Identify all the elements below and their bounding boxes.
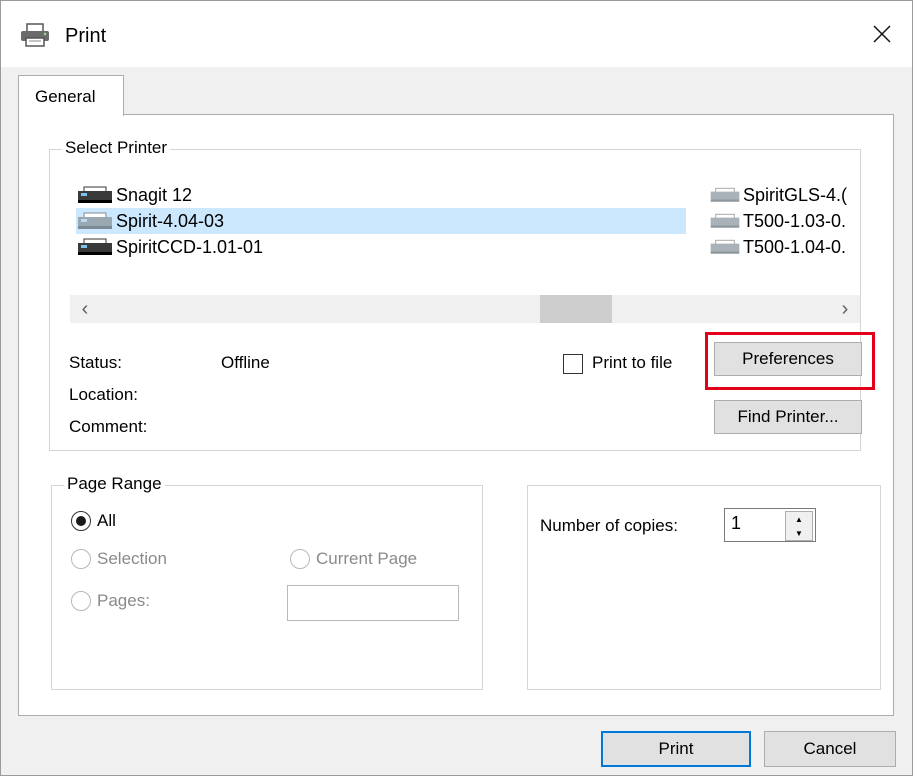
radio-current-page-indicator [290, 549, 310, 569]
printer-icon [78, 238, 112, 255]
close-button[interactable] [852, 9, 912, 59]
status-label: Status: [69, 353, 122, 372]
radio-pages-label: Pages: [97, 591, 150, 610]
pages-input[interactable] [287, 585, 459, 621]
print-button-label: Print [658, 739, 694, 758]
printer-item-selected[interactable]: Spirit-4.04-03 [76, 208, 686, 234]
location-label: Location: [69, 385, 138, 404]
copies-group: Number of copies: 1 ▲ ▼ [527, 485, 881, 690]
printer-name: SpiritGLS-4.( [743, 184, 848, 205]
window-title: Print [65, 25, 107, 47]
printer-name: Spirit-4.04-03 [116, 210, 225, 231]
printer-icon [710, 213, 740, 228]
cancel-button[interactable]: Cancel [764, 731, 896, 767]
copies-spin-buttons: ▲ ▼ [785, 511, 813, 541]
printer-item[interactable]: SpiritCCD-1.01-01 [76, 234, 676, 260]
radio-all[interactable]: All [71, 511, 116, 531]
copies-stepper[interactable]: 1 ▲ ▼ [724, 508, 816, 542]
radio-pages[interactable]: Pages: [71, 591, 150, 611]
page-range-legend: Page Range [64, 474, 165, 494]
preferences-label: Preferences [742, 349, 834, 368]
radio-selection-label: Selection [97, 549, 167, 568]
radio-current-page[interactable]: Current Page [290, 549, 417, 569]
spin-down-icon[interactable]: ▼ [786, 526, 812, 540]
comment-label: Comment: [69, 417, 148, 436]
printer-name: SpiritCCD-1.01-01 [116, 236, 264, 257]
radio-current-page-label: Current Page [316, 549, 418, 568]
printer-icon [710, 187, 740, 202]
copies-value: 1 [731, 513, 742, 533]
select-printer-legend: Select Printer [62, 138, 171, 158]
printer-icon [78, 212, 112, 229]
cancel-button-label: Cancel [803, 739, 857, 758]
printer-item[interactable]: Snagit 12 [76, 182, 676, 208]
find-printer-label: Find Printer... [737, 407, 839, 426]
general-tab-panel: Select Printer Snagit 12 Spirit-4.04-03 … [18, 114, 894, 716]
status-value: Offline [221, 353, 270, 372]
printer-icon [78, 186, 112, 203]
scroll-right-icon[interactable]: › [830, 295, 860, 323]
printer-icon [710, 239, 740, 254]
close-icon [873, 25, 891, 43]
print-dialog: Print General Select Printer Snagit 12 S… [0, 0, 913, 776]
radio-all-label: All [97, 511, 116, 530]
printer-name: T500-1.03-0. [743, 210, 847, 231]
preferences-button[interactable]: Preferences [714, 342, 862, 376]
radio-all-indicator [71, 511, 91, 531]
page-range-group: Page Range All Selection Current Page Pa… [51, 474, 483, 690]
radio-pages-indicator [71, 591, 91, 611]
scrollbar-thumb[interactable] [540, 295, 612, 323]
print-to-file-label: Print to file [592, 353, 673, 372]
tab-general[interactable]: General [18, 75, 124, 116]
title-bar: Print [1, 1, 912, 67]
spin-up-icon[interactable]: ▲ [786, 512, 812, 526]
printer-icon [19, 23, 51, 52]
printer-name: T500-1.04-0. [743, 236, 847, 257]
tab-general-label: General [35, 87, 96, 106]
copies-label: Number of copies: [540, 516, 678, 535]
printer-name: Snagit 12 [116, 184, 193, 205]
printer-item[interactable]: T500-1.03-0. [709, 208, 859, 234]
print-to-file-checkbox[interactable] [563, 354, 583, 374]
find-printer-button[interactable]: Find Printer... [714, 400, 862, 434]
radio-selection[interactable]: Selection [71, 549, 167, 569]
scroll-left-icon[interactable]: ‹ [70, 295, 100, 323]
printer-list-scrollbar[interactable]: ‹ › [70, 295, 860, 323]
select-printer-group: Select Printer Snagit 12 Spirit-4.04-03 … [49, 138, 875, 451]
printer-item[interactable]: SpiritGLS-4.( [709, 182, 859, 208]
radio-selection-indicator [71, 549, 91, 569]
print-button[interactable]: Print [601, 731, 751, 767]
printer-item[interactable]: T500-1.04-0. [709, 234, 859, 260]
